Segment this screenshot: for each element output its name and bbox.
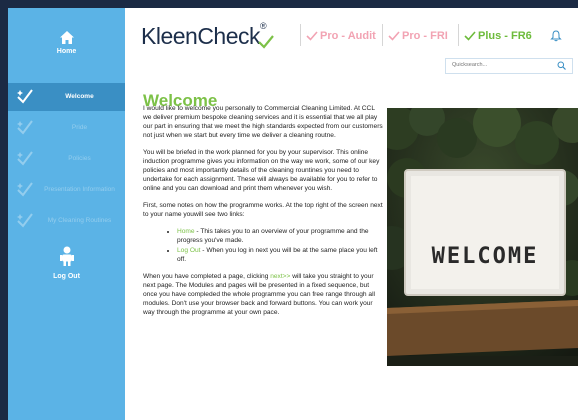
paragraph-text: When you have completed a page, clicking [143,273,271,280]
sidebar-logout[interactable]: Log Out [8,246,125,280]
sidebar-item-label: Pride [71,124,88,131]
person-icon [59,246,74,266]
home-icon [59,31,74,44]
link-pro-fri[interactable]: Pro - FRI [388,30,448,42]
list-item: Log Out - When you log in next you will … [177,246,383,264]
app-window: Home Welcome Pride Policies Presentation… [8,8,578,420]
sidebar-item-policies[interactable]: Policies [8,145,125,173]
header-divider [458,24,459,46]
sidebar-item-presentation[interactable]: Presentation Information [8,176,125,204]
home-link[interactable]: Home [177,228,195,235]
brand-logo[interactable]: KleenCheck® [141,21,275,50]
paragraph: When you have completed a page, clicking… [143,272,383,317]
list-item: Home - This takes you to an overview of … [177,227,383,245]
list-item-text: - This takes you to an overview of your … [177,228,369,244]
quicksearch [445,58,573,74]
link-label: Pro - FRI [402,30,448,42]
sparkle-check-icon [306,31,318,41]
sidebar-item-pride[interactable]: Pride [8,114,125,142]
top-header: KleenCheck® Pro - Audit Pro - FRI Plus -… [125,8,578,60]
sidebar-home-label: Home [56,48,77,55]
link-label: Plus - FR6 [478,30,532,42]
sparkle-check-icon [388,31,400,41]
welcome-sign-image [387,108,578,366]
welcome-photo: WELCOME [387,108,578,366]
sidebar-item-welcome[interactable]: Welcome [8,83,125,111]
header-divider [300,24,301,46]
sparkle-check-icon [17,151,33,166]
list-item-text: - When you log in next you will be at th… [177,247,378,263]
sidebar-item-label: My Cleaning Routines [47,217,112,224]
logout-link[interactable]: Log Out [177,247,200,254]
link-plus-fr6[interactable]: Plus - FR6 [464,30,532,42]
paragraph: You will be briefed in the work planned … [143,149,380,192]
next-link[interactable]: next>> [270,273,290,280]
sidebar-item-label: Policies [68,155,91,162]
sidebar-item-cleaning-routines[interactable]: My Cleaning Routines [8,207,125,235]
sparkle-check-icon [17,120,33,135]
sidebar-item-label: Welcome [65,93,94,100]
sparkle-check-icon [17,213,33,228]
welcome-body: I would like to welcome you personally t… [143,104,383,325]
welcome-sign-text: WELCOME [431,244,539,269]
sparkle-check-icon [258,35,275,49]
sparkle-check-icon [17,182,33,197]
paragraph: I would like to welcome you personally t… [143,105,383,139]
search-input[interactable] [446,59,552,71]
sidebar-home[interactable]: Home [8,30,125,55]
link-label: Pro - Audit [320,30,376,42]
header-divider [382,24,383,46]
paragraph: First, some notes on how the programme w… [143,202,383,218]
brand-registered-mark: ® [260,21,267,31]
sidebar: Home Welcome Pride Policies Presentation… [8,8,125,420]
sparkle-check-icon [464,31,476,41]
links-list: Home - This takes you to an overview of … [143,227,383,264]
sparkle-check-icon [17,89,33,104]
link-pro-audit[interactable]: Pro - Audit [306,30,376,42]
sidebar-item-label: Presentation Information [44,186,115,193]
brand-name: KleenCheck [141,23,261,49]
search-icon[interactable] [557,61,566,70]
sidebar-logout-label: Log Out [53,273,80,280]
bell-icon[interactable] [550,30,562,42]
